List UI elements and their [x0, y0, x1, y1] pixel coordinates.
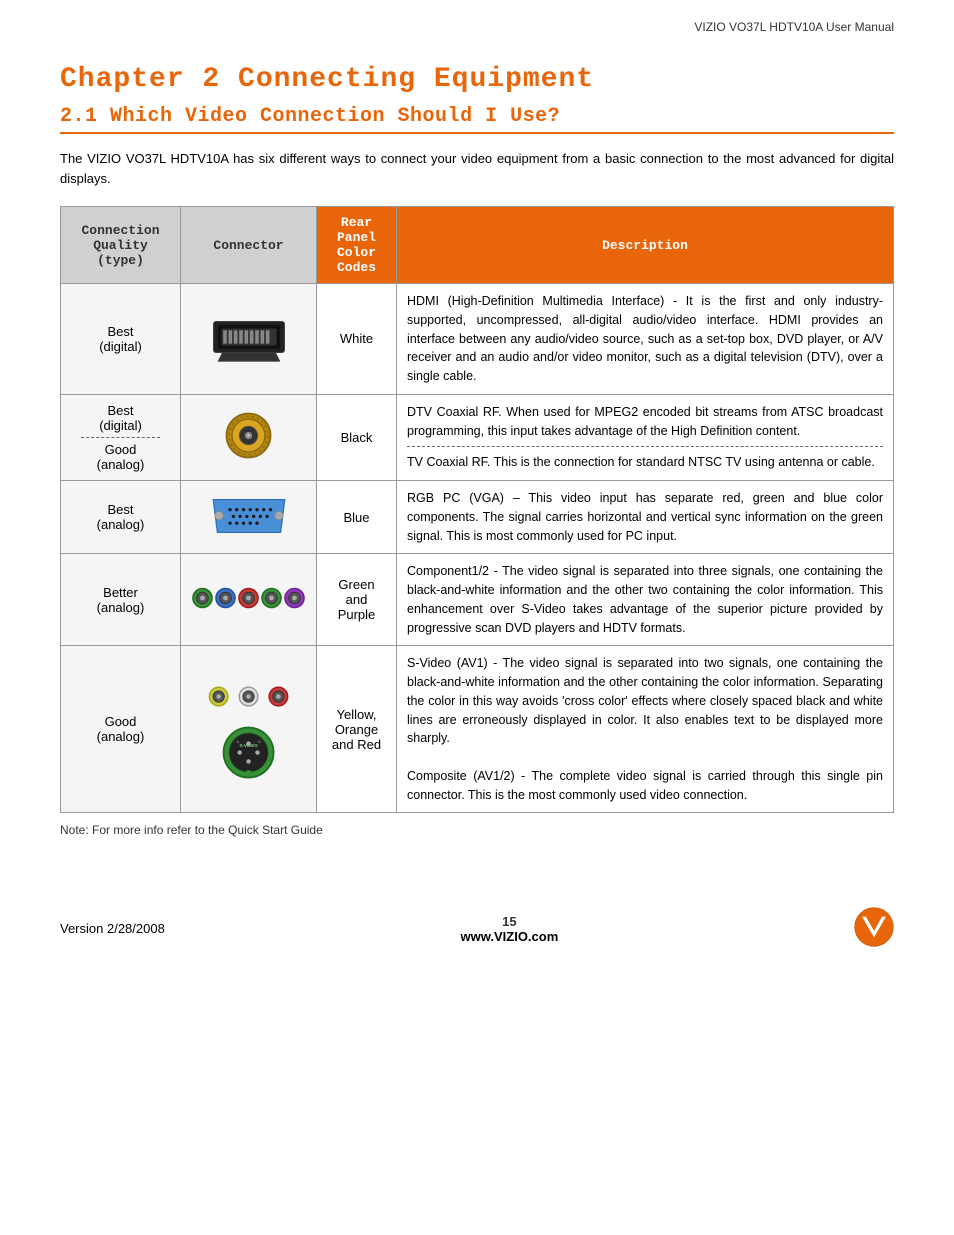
quality-cell-3: Best(analog)	[61, 481, 181, 554]
connector-stacked-5: S-VIDEO	[191, 676, 306, 782]
quality-cell-4: Better(analog)	[61, 554, 181, 646]
quality-dashed-2: Best(digital) Good(analog)	[71, 403, 170, 472]
quality-cell-5: Good(analog)	[61, 646, 181, 813]
footer-right	[854, 907, 894, 950]
connector-cell-5: S-VIDEO	[181, 646, 317, 813]
quality-cell-2: Best(digital) Good(analog)	[61, 394, 181, 480]
connector-cell-1	[181, 284, 317, 395]
col-header-quality: Connection Quality (type)	[61, 207, 181, 284]
desc-cell-1: HDMI (High-Definition Multimedia Interfa…	[397, 284, 894, 395]
col-header-connector: Connector	[181, 207, 317, 284]
footer-center: 15 www.VIZIO.com	[461, 914, 559, 944]
connection-table: Connection Quality (type) Connector Rear…	[60, 206, 894, 813]
header-title: VIZIO VO37L HDTV10A User Manual	[694, 20, 894, 34]
vizio-logo-icon	[854, 907, 894, 947]
desc-cell-4: Component1/2 - The video signal is separ…	[397, 554, 894, 646]
desc-cell-3: RGB PC (VGA) – This video input has sepa…	[397, 481, 894, 554]
quality-cell-1: Best(digital)	[61, 284, 181, 395]
footer-left: Version 2/28/2008	[60, 921, 165, 936]
coaxial-connector-icon	[221, 408, 276, 463]
color-cell-5: Yellow, Orange and Red	[317, 646, 397, 813]
desc-divider	[407, 446, 883, 447]
color-cell-4: Green and Purple	[317, 554, 397, 646]
page-header: VIZIO VO37L HDTV10A User Manual	[60, 20, 894, 34]
svideo-connector-icon: S-VIDEO	[220, 724, 278, 782]
hdmi-connector-icon	[209, 312, 289, 362]
table-row: Best(digital) Good(analog) Bla	[61, 394, 894, 480]
table-row: Best(digital)	[61, 284, 894, 395]
color-cell-3: Blue	[317, 481, 397, 554]
desc-cell-2: DTV Coaxial RF. When used for MPEG2 enco…	[397, 394, 894, 480]
footer: Version 2/28/2008 15 www.VIZIO.com	[60, 897, 894, 950]
note-text: Note: For more info refer to the Quick S…	[60, 823, 894, 837]
table-row: Good(analog)	[61, 646, 894, 813]
av-connector-icon	[204, 676, 294, 718]
desc-cell-5: S-Video (AV1) - The video signal is sepa…	[397, 646, 894, 813]
color-cell-2: Black	[317, 394, 397, 480]
connector-cell-2	[181, 394, 317, 480]
footer-page: 15	[461, 914, 559, 929]
connector-cell-4	[181, 554, 317, 646]
table-row: Best(analog)	[61, 481, 894, 554]
vga-connector-icon	[209, 491, 289, 541]
chapter-title: Chapter 2 Connecting Equipment	[60, 64, 894, 95]
table-header-row: Connection Quality (type) Connector Rear…	[61, 207, 894, 284]
connector-cell-3	[181, 481, 317, 554]
section-title: 2.1 Which Video Connection Should I Use?	[60, 105, 894, 134]
color-cell-1: White	[317, 284, 397, 395]
col-header-color: Rear Panel Color Codes	[317, 207, 397, 284]
col-header-description: Description	[397, 207, 894, 284]
table-row: Better(analog)	[61, 554, 894, 646]
footer-version: Version 2/28/2008	[60, 921, 165, 936]
footer-website: www.VIZIO.com	[461, 929, 559, 944]
intro-text: The VIZIO VO37L HDTV10A has six differen…	[60, 149, 894, 188]
component-connector-icon	[191, 574, 306, 622]
